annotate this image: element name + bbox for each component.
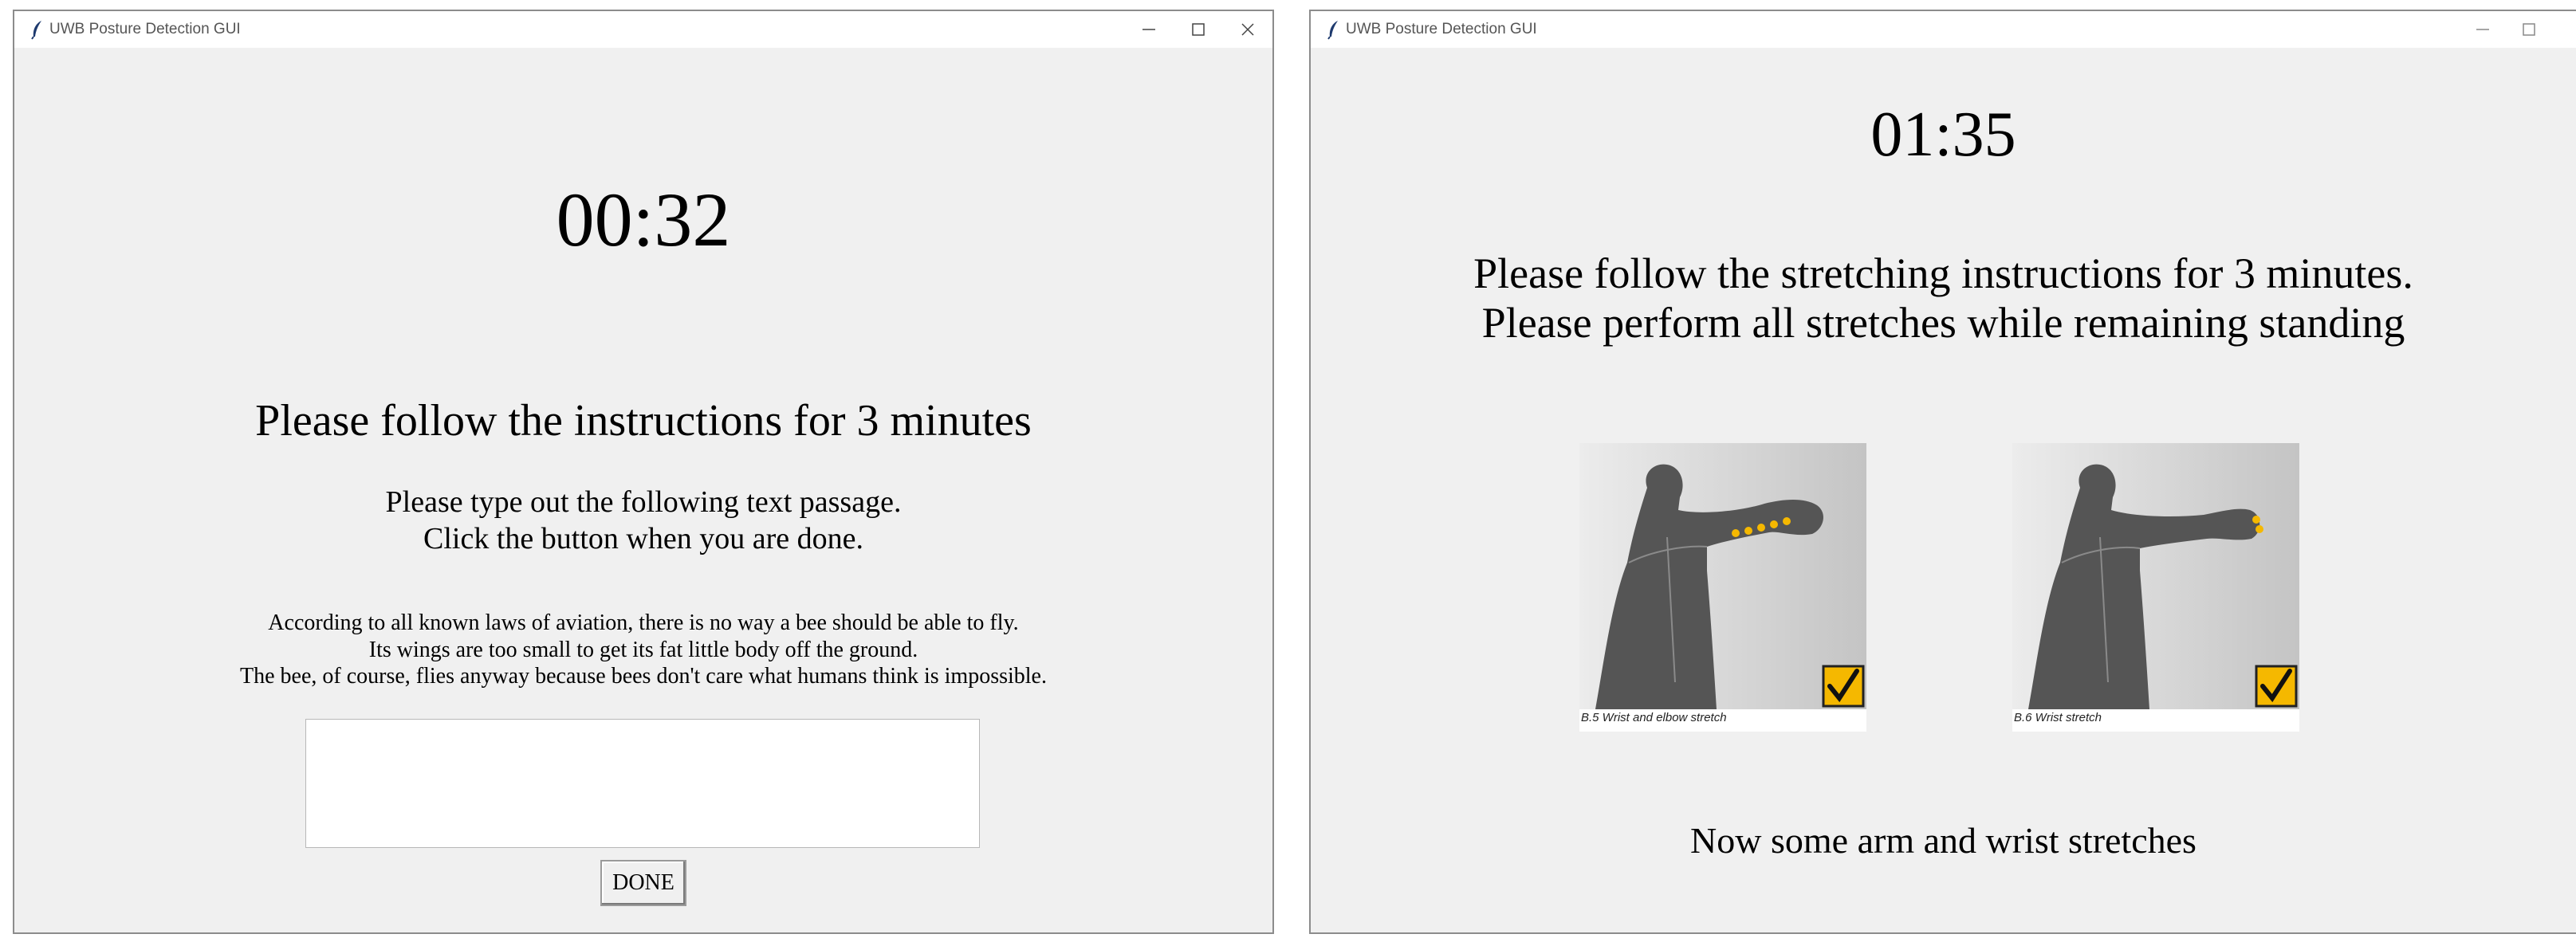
maximize-button[interactable]: [2504, 11, 2554, 48]
close-button[interactable]: [1223, 11, 1272, 48]
countdown-timer: 01:35: [1870, 100, 2016, 170]
minimize-button[interactable]: [1124, 11, 1174, 48]
stretching-heading-line: Please follow the stretching instruction…: [1473, 249, 2413, 297]
wrist-stretch-figure: [2012, 443, 2299, 709]
maximize-icon: [2523, 23, 2535, 36]
check-icon: [2255, 665, 2298, 708]
typing-text-input[interactable]: [305, 719, 980, 848]
done-button[interactable]: DONE: [600, 860, 686, 906]
close-icon: [1241, 23, 1254, 36]
instructions-heading: Please follow the instructions for 3 min…: [255, 396, 1032, 445]
title-bar[interactable]: UWB Posture Detection GUI: [14, 11, 1272, 48]
wrist-elbow-stretch-figure: [1579, 443, 1866, 709]
stretching-task-window: UWB Posture Detection GUI 01:35 Please f…: [1309, 10, 2576, 934]
minimize-icon: [2476, 29, 2489, 30]
typing-task-window: UWB Posture Detection GUI 00:32 Please f…: [13, 10, 1274, 934]
passage-line: According to all known laws of aviation,…: [268, 610, 1019, 635]
stretch-illustration-wrist-elbow: B.5 Wrist and elbow stretch: [1579, 443, 1866, 732]
instruction-line: Click the button when you are done.: [423, 522, 863, 555]
minimize-icon: [1142, 29, 1155, 30]
feather-app-icon: [31, 21, 41, 40]
maximize-button[interactable]: [1174, 11, 1223, 48]
feather-app-icon: [1327, 21, 1338, 40]
maximize-icon: [1192, 23, 1205, 36]
check-icon: [1822, 665, 1865, 708]
stretch-illustration-wrist: B.6 Wrist stretch: [2012, 443, 2299, 732]
minimize-button[interactable]: [2458, 11, 2507, 48]
countdown-timer: 00:32: [556, 177, 731, 262]
stretching-heading-line: Please perform all stretches while remai…: [1481, 299, 2405, 347]
passage-line: Its wings are too small to get its fat l…: [368, 638, 918, 662]
stretch-caption: B.6 Wrist stretch: [2014, 711, 2102, 724]
stretch-caption: B.5 Wrist and elbow stretch: [1581, 711, 1727, 724]
window-title: UWB Posture Detection GUI: [49, 21, 241, 37]
instruction-line: Please type out the following text passa…: [385, 485, 902, 519]
title-bar[interactable]: UWB Posture Detection GUI: [1311, 11, 2576, 48]
passage-line: The bee, of course, flies anyway because…: [240, 664, 1047, 689]
window-title: UWB Posture Detection GUI: [1346, 21, 1537, 37]
stretch-description: Now some arm and wrist stretches: [1690, 820, 2196, 861]
